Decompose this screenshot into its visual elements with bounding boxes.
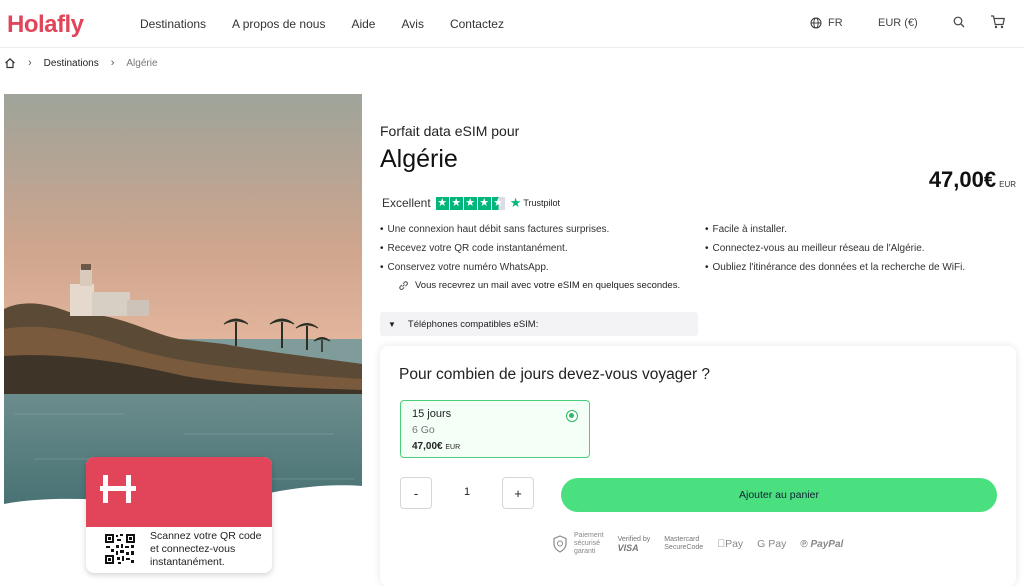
product-title: Algérie: [380, 145, 458, 173]
nav-about[interactable]: A propos de nous: [232, 17, 325, 31]
product-kicker: Forfait data eSIM pour: [380, 123, 520, 139]
mastercard-securecode-logo: Mastercard SecureCode: [664, 536, 703, 552]
half-star-icon: [491, 196, 505, 210]
esim-card-text: Scannez votre QR code et connectez-vous …: [150, 530, 262, 568]
chevron-right-icon: ›: [28, 57, 32, 69]
search-icon: [953, 16, 965, 28]
breadcrumb: › Destinations › Algérie: [4, 57, 158, 69]
price-amount: 47,00€: [928, 167, 997, 192]
nav-contact[interactable]: Contactez: [450, 17, 504, 31]
plan-price: 47,00€ EUR: [412, 441, 460, 452]
mail-note: Vous recevrez un mail avec votre eSIM en…: [398, 280, 680, 291]
quantity-value[interactable]: 1: [456, 486, 478, 498]
trustpilot-logo: ★ Trustpilot: [510, 195, 560, 211]
apple-pay-label: Pay: [717, 538, 743, 550]
nav-reviews[interactable]: Avis: [401, 17, 423, 31]
trustpilot-star-icon: ★: [509, 195, 522, 210]
home-icon[interactable]: [4, 57, 16, 69]
language-label: FR: [828, 17, 843, 29]
shield-icon: [553, 535, 567, 553]
quantity-increase-button[interactable]: +: [502, 477, 534, 509]
mastercard-line: Mastercard: [664, 536, 700, 543]
secure-line-3: garanti: [574, 548, 596, 555]
google-pay-label: Pay: [760, 538, 786, 550]
secure-payment-badge: Paiement sécurisé garanti: [552, 532, 604, 556]
plan-radio[interactable]: [566, 410, 578, 422]
securecode-line: SecureCode: [664, 544, 704, 551]
cart-icon: [991, 15, 1005, 29]
product-price: 47,00€ EUR: [929, 167, 1016, 193]
visa-label: VISA: [617, 543, 639, 553]
paypal-label: PayPal: [802, 538, 844, 550]
rating-stars: [435, 196, 505, 210]
paypal-logo: ℗ PayPal: [800, 539, 843, 550]
chevron-right-icon: ›: [110, 57, 115, 69]
esim-card: Scannez votre QR code et connectez-vous …: [86, 457, 272, 573]
mail-note-text: Vous recevrez un mail avec votre eSIM en…: [415, 280, 681, 291]
cart-button[interactable]: [990, 14, 1006, 35]
trustpilot-rating[interactable]: Excellent ★ Trustpilot: [382, 195, 560, 211]
feature-item: Recevez votre QR code instantanément.: [380, 243, 568, 254]
plan-option-15-days[interactable]: 15 jours 6 Go 47,00€ EUR: [400, 400, 590, 458]
star-icon: [477, 196, 491, 210]
search-button[interactable]: [952, 15, 966, 34]
nav-destinations[interactable]: Destinations: [140, 17, 206, 31]
holafly-h-icon: [100, 475, 136, 503]
star-icon: [449, 196, 463, 210]
secure-line-1: Paiement: [574, 532, 604, 539]
secure-payment-text: Paiement sécurisé garanti: [574, 532, 604, 556]
rating-label: Excellent: [382, 196, 431, 210]
feature-item: Une connexion haut débit sans factures s…: [380, 224, 610, 235]
language-selector[interactable]: FR: [810, 17, 843, 29]
payment-methods: Paiement sécurisé garanti Verified by VI…: [552, 532, 843, 556]
compatible-phones-label: Téléphones compatibles eSIM:: [407, 318, 539, 330]
days-question: Pour combien de jours devez-vous voyager…: [399, 366, 711, 383]
qr-code-icon: [104, 533, 136, 565]
plan-data: 6 Go: [412, 424, 435, 436]
plan-price-amount: 47,00€: [412, 441, 443, 452]
star-icon: [435, 196, 449, 210]
google-g-icon: G: [749, 538, 765, 550]
triangle-down-icon: ▼: [388, 319, 396, 329]
plan-price-currency: EUR: [445, 444, 461, 451]
main-nav: Destinations A propos de nous Aide Avis …: [140, 17, 530, 31]
feature-item: Conservez votre numéro WhatsApp.: [380, 262, 549, 273]
purchase-panel: Pour combien de jours devez-vous voyager…: [380, 346, 1016, 586]
esim-card-header: [86, 457, 272, 527]
price-currency: EUR: [999, 180, 1016, 189]
feature-item: Connectez-vous au meilleur réseau de l'A…: [705, 243, 925, 254]
feature-item: Facile à installer.: [705, 224, 787, 235]
plan-days: 15 jours: [412, 408, 452, 420]
apple-pay-logo: Pay: [717, 538, 743, 550]
feature-item: Oubliez l'itinérance des données et la r…: [705, 262, 966, 273]
add-to-cart-button[interactable]: Ajouter au panier: [561, 478, 997, 512]
link-icon: [399, 281, 408, 290]
apple-icon: : [717, 538, 725, 550]
quantity-decrease-button[interactable]: -: [400, 477, 432, 509]
secure-line-2: sécurisé: [574, 540, 601, 547]
holafly-logo[interactable]: Holafly: [7, 11, 84, 39]
verified-by-visa-logo: Verified by VISA: [617, 536, 651, 553]
breadcrumb-current: Algérie: [126, 57, 158, 69]
star-icon: [463, 196, 477, 210]
google-pay-logo: G Pay: [757, 538, 786, 550]
trustpilot-label: Trustpilot: [523, 198, 561, 208]
currency-selector[interactable]: EUR (€): [878, 17, 918, 29]
breadcrumb-destinations[interactable]: Destinations: [44, 58, 99, 69]
paypal-p-icon: ℗: [800, 539, 807, 550]
compatible-phones-toggle[interactable]: ▼ Téléphones compatibles eSIM:: [380, 312, 698, 336]
site-header: Holafly Destinations A propos de nous Ai…: [0, 0, 1024, 48]
nav-help[interactable]: Aide: [351, 17, 375, 31]
globe-icon: [810, 17, 822, 29]
